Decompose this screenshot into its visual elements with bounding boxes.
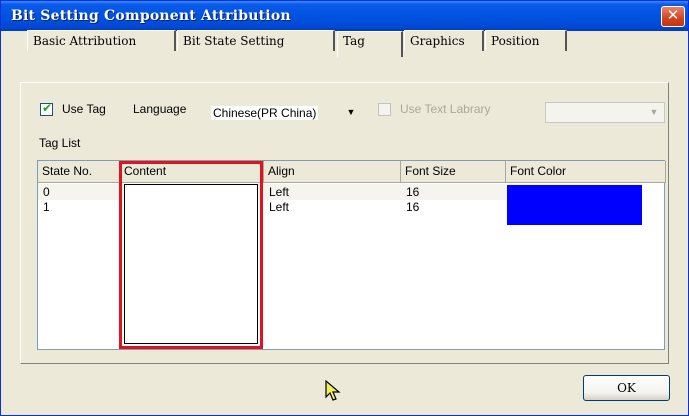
column-header-state-no[interactable]: State No. xyxy=(38,161,120,183)
column-header-font-color[interactable]: Font Color xyxy=(506,161,666,183)
close-button[interactable]: ✕ xyxy=(661,6,685,27)
cell-align: Left xyxy=(269,200,290,214)
use-tag-label: Use Tag xyxy=(62,102,106,116)
column-header-font-size[interactable]: Font Size xyxy=(401,161,506,183)
dropdown-arrow-icon: ▼ xyxy=(346,107,356,117)
title-bar[interactable]: Bit Setting Component Attribution ✕ xyxy=(1,1,688,31)
ok-button[interactable]: OK xyxy=(583,375,670,401)
cell-font-size: 16 xyxy=(406,200,420,214)
tab-position[interactable]: Position xyxy=(485,30,567,51)
language-label: Language xyxy=(133,102,187,116)
tag-list-label: Tag List xyxy=(39,136,81,150)
font-color-swatch[interactable] xyxy=(507,185,642,225)
window-title: Bit Setting Component Attribution xyxy=(11,8,291,24)
close-icon: ✕ xyxy=(666,7,680,24)
dropdown-arrow-icon: ▼ xyxy=(649,107,659,117)
tab-tag[interactable]: Tag xyxy=(337,31,403,57)
mouse-pointer-icon xyxy=(325,380,341,401)
use-text-library-checkbox[interactable] xyxy=(378,103,391,116)
use-tag-checkbox[interactable] xyxy=(40,101,53,116)
cell-state-no: 0 xyxy=(43,185,50,199)
tab-basic-attribution[interactable]: Basic Attribution xyxy=(27,30,176,51)
tab-bit-state-setting[interactable]: Bit State Setting xyxy=(177,30,335,51)
content-column-highlight xyxy=(119,161,263,349)
language-select[interactable]: Chinese(PR China) ▼ xyxy=(207,102,362,123)
column-header-align[interactable]: Align xyxy=(264,161,401,183)
language-value: Chinese(PR China) xyxy=(211,106,319,120)
cell-font-size: 16 xyxy=(406,185,420,199)
cell-state-no: 1 xyxy=(43,200,50,214)
tab-graphics[interactable]: Graphics xyxy=(404,30,484,51)
use-text-library-label: Use Text Labrary xyxy=(400,102,491,116)
cell-align: Left xyxy=(269,185,290,199)
text-library-select[interactable]: ▼ xyxy=(545,102,665,123)
